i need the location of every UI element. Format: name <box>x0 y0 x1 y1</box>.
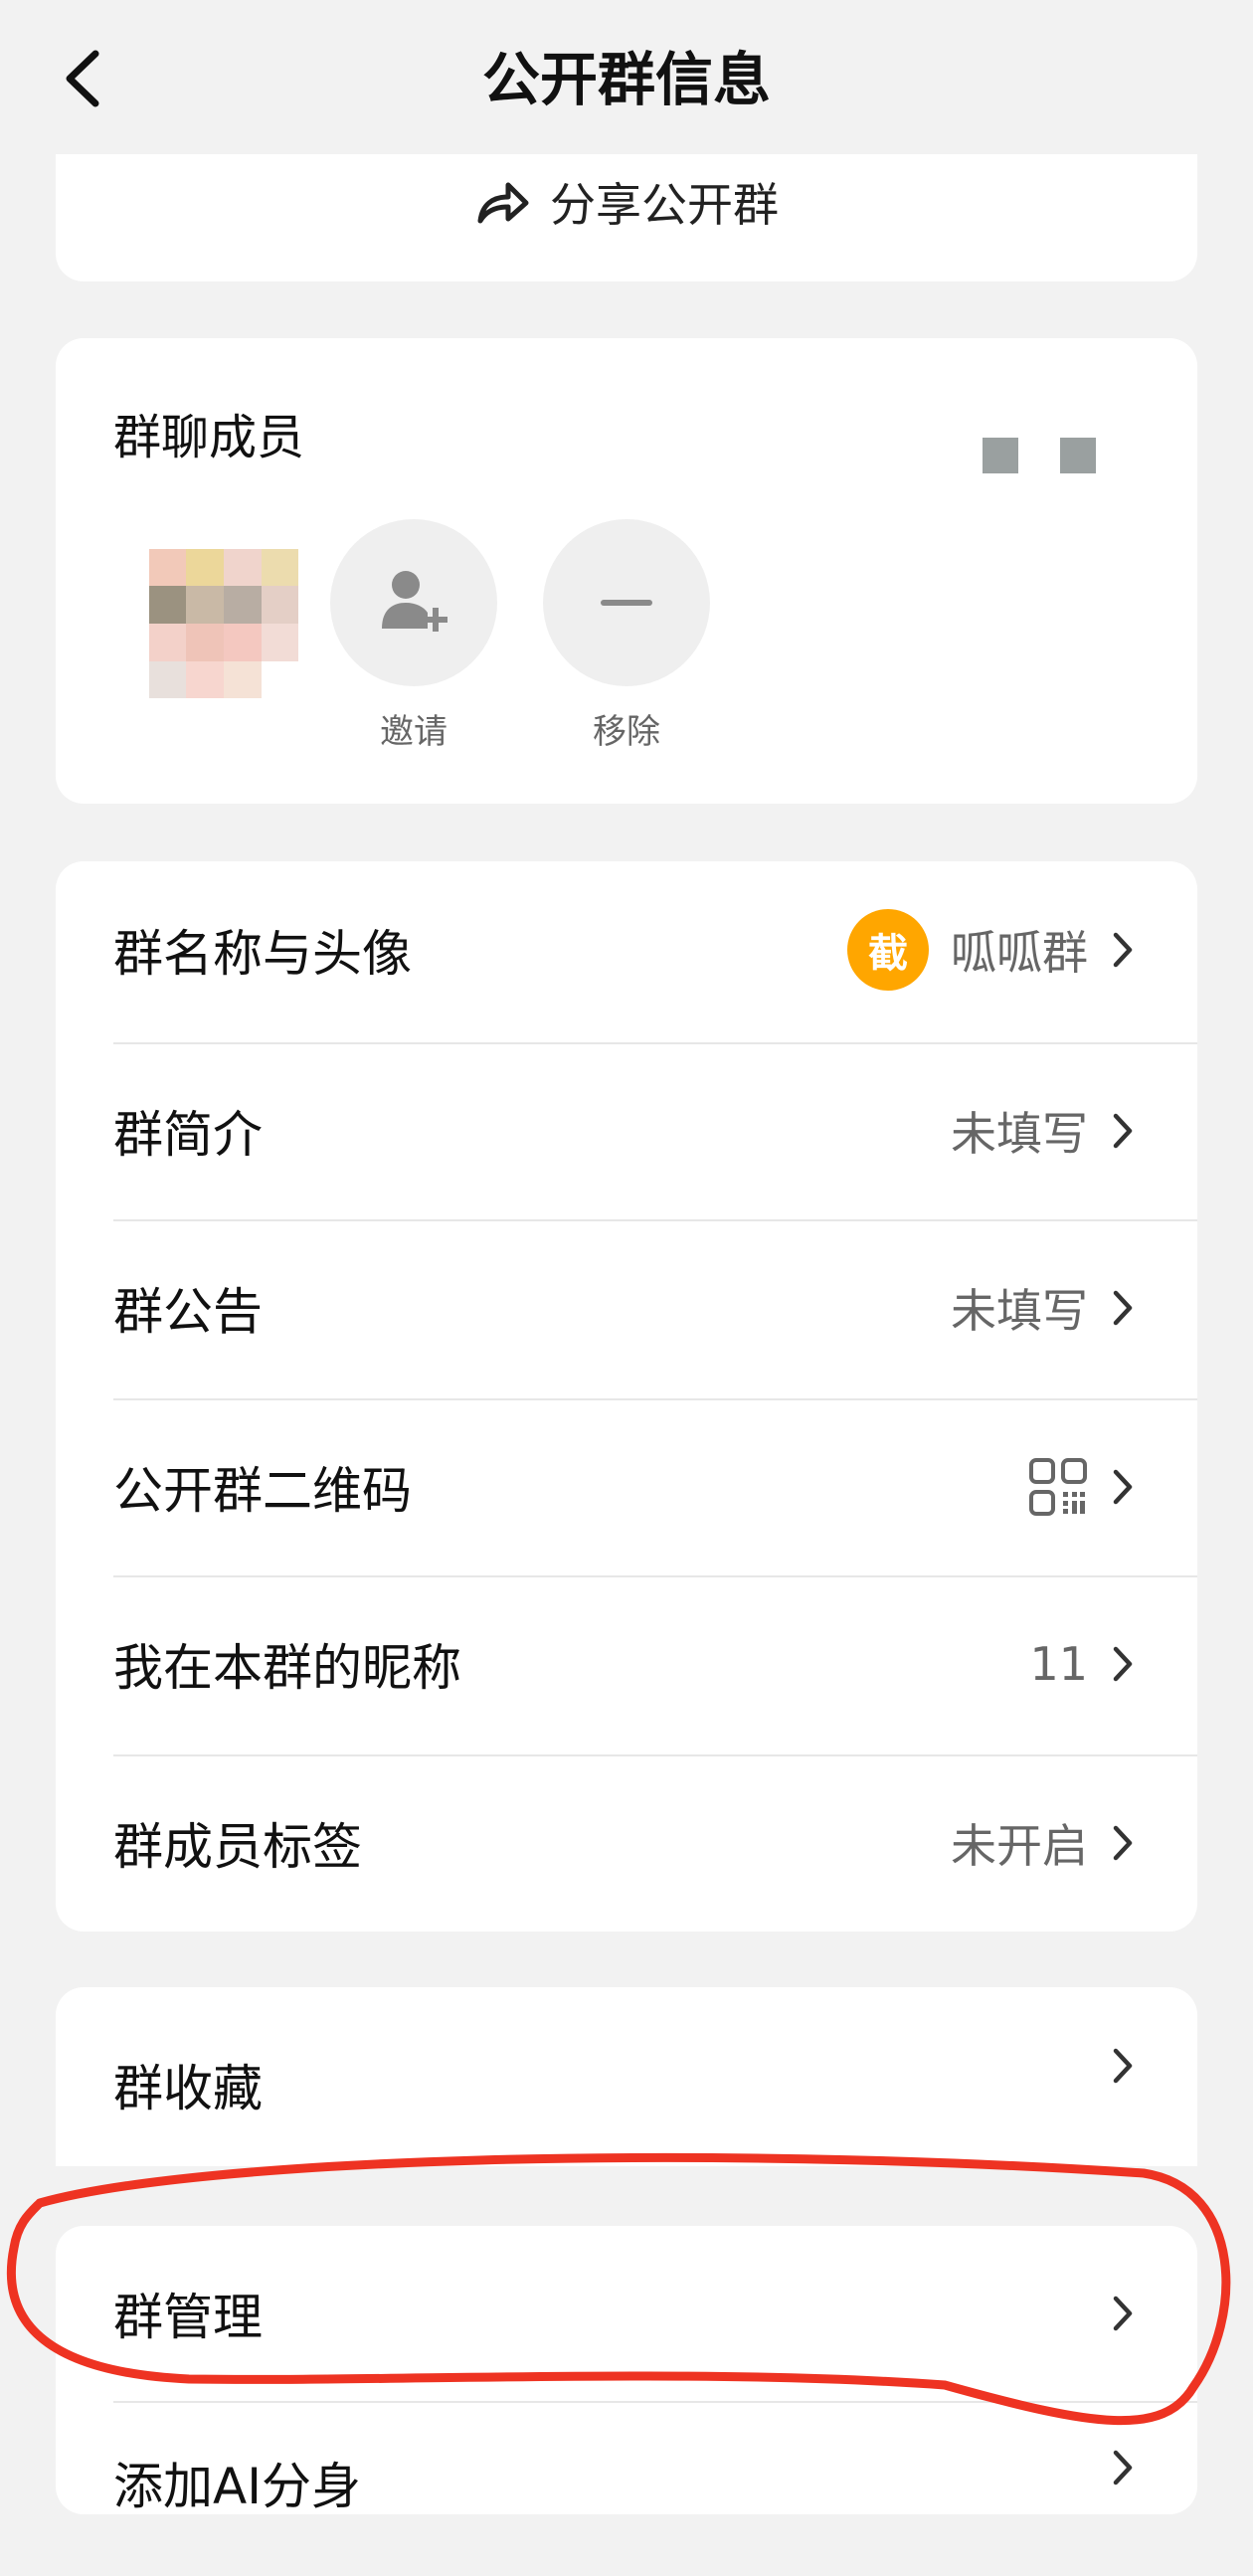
invite-label: 邀请 <box>380 712 448 752</box>
row-value: 11 <box>1029 1637 1088 1691</box>
row-label: 群简介 <box>113 1106 263 1164</box>
row-label: 群管理 <box>113 2289 263 2346</box>
blurred-count <box>983 438 1018 473</box>
qr-code-icon <box>1029 1458 1087 1516</box>
row-label: 群名称与头像 <box>113 925 412 983</box>
add-person-icon <box>382 571 448 632</box>
group-announcement-row[interactable]: 群公告 未填写 <box>56 1219 1197 1396</box>
share-card: 分享公开群 <box>56 154 1197 281</box>
row-label: 公开群二维码 <box>113 1462 412 1520</box>
member-avatar[interactable] <box>149 549 298 698</box>
chevron-right-icon <box>1113 2048 1133 2084</box>
row-value: 未填写 <box>951 1284 1088 1338</box>
blurred-count <box>1060 438 1096 473</box>
row-label: 群公告 <box>113 1283 263 1341</box>
settings-card: 群名称与头像 截 呱呱群 群简介 未填写 群公告 未填写 公开群二维码 我在本群… <box>56 861 1197 1932</box>
manage-card: 群管理 添加AI分身 <box>56 2226 1197 2515</box>
group-intro-row[interactable]: 群简介 未填写 <box>56 1042 1197 1219</box>
favorites-card: 群收藏 <box>56 1987 1197 2166</box>
chevron-right-icon <box>1113 1290 1133 1326</box>
chevron-right-icon <box>1113 2450 1133 2485</box>
row-value: 未开启 <box>951 1819 1088 1873</box>
invite-button[interactable]: 邀请 <box>330 519 497 753</box>
chevron-right-icon <box>1113 1113 1133 1149</box>
share-icon <box>477 182 529 224</box>
group-name-avatar-row[interactable]: 群名称与头像 截 呱呱群 <box>56 861 1197 1038</box>
page-title: 公开群信息 <box>481 46 771 113</box>
members-title: 群聊成员 <box>113 410 305 465</box>
group-name-value: 呱呱群 <box>951 926 1088 980</box>
group-avatar-badge: 截 <box>847 909 929 991</box>
group-management-row[interactable]: 群管理 <box>56 2226 1197 2401</box>
add-ai-avatar-row[interactable]: 添加AI分身 <box>56 2401 1197 2576</box>
row-label: 群收藏 <box>113 2060 263 2117</box>
remove-button[interactable]: 移除 <box>543 519 710 753</box>
share-button[interactable]: 分享公开群 <box>56 172 1197 232</box>
row-label: 我在本群的昵称 <box>113 1639 461 1697</box>
remove-label: 移除 <box>593 712 660 752</box>
row-label: 群成员标签 <box>113 1818 362 1876</box>
group-qr-code-row[interactable]: 公开群二维码 <box>56 1398 1197 1575</box>
members-card: 群聊成员 邀请 移除 <box>56 338 1197 804</box>
row-label: 添加AI分身 <box>113 2458 361 2515</box>
chevron-right-icon <box>1113 1646 1133 1682</box>
chevron-right-icon <box>1113 1825 1133 1861</box>
chevron-right-icon <box>1113 1469 1133 1505</box>
member-tags-row[interactable]: 群成员标签 未开启 <box>56 1754 1197 1932</box>
chevron-right-icon <box>1113 932 1133 968</box>
avatar <box>149 549 298 698</box>
my-nickname-row[interactable]: 我在本群的昵称 11 <box>56 1575 1197 1752</box>
row-value: 未填写 <box>951 1107 1088 1161</box>
group-favorites-row[interactable]: 群收藏 <box>56 1987 1197 2172</box>
chevron-right-icon <box>1113 2296 1133 2331</box>
share-label: 分享公开群 <box>550 178 779 232</box>
minus-icon <box>601 600 652 606</box>
